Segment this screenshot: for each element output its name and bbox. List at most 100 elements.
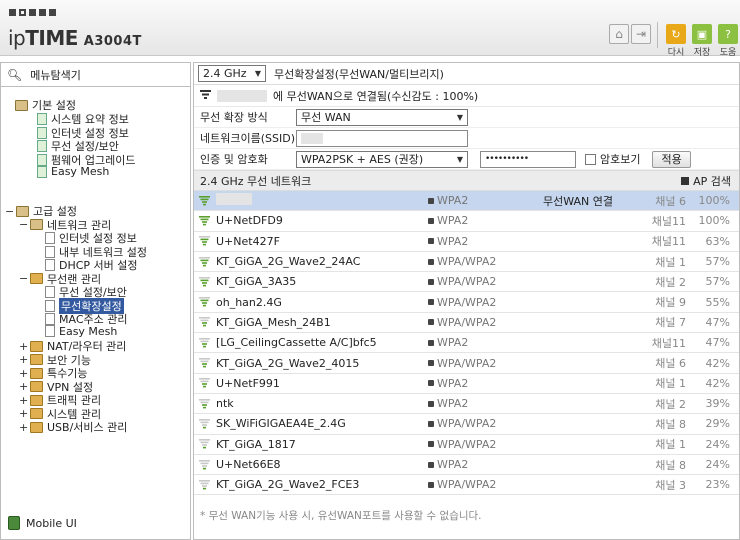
network-row[interactable]: KT_GiGA_1817 WPA/WPA2 채널 1 24% bbox=[194, 435, 739, 455]
network-row[interactable]: oh_han2.4G WPA/WPA2 채널 9 55% bbox=[194, 292, 739, 313]
page-icon bbox=[45, 313, 55, 325]
wifi-signal-icon bbox=[194, 317, 216, 327]
tree-item-adv-easymesh[interactable]: Easy Mesh bbox=[45, 325, 117, 338]
network-row[interactable]: WPA2 무선WAN 연결 채널 6 100% bbox=[194, 191, 739, 212]
network-security: WPA/WPA2 bbox=[428, 478, 520, 491]
wifi-signal-icon bbox=[194, 276, 216, 287]
network-row[interactable]: U+Net66E8 WPA2 채널 8 24% bbox=[194, 455, 739, 476]
wifi-signal-icon bbox=[194, 256, 216, 267]
auth-select[interactable]: WPA2PSK + AES (권장) ▼ bbox=[296, 150, 468, 168]
page-icon bbox=[37, 113, 47, 125]
page-icon bbox=[37, 126, 47, 139]
network-security: WPA2 bbox=[428, 235, 520, 248]
network-channel: 채널 6 bbox=[655, 194, 686, 208]
help-button[interactable]: ? 도움 bbox=[716, 24, 740, 58]
password-input[interactable]: •••••••••• bbox=[480, 150, 576, 168]
security-text: WPA/WPA2 bbox=[437, 417, 497, 431]
chart-folder-icon bbox=[30, 394, 43, 406]
apply-button-label: 적용 bbox=[661, 153, 682, 166]
brand-bold: TIME bbox=[25, 26, 78, 50]
tree-item-label: Easy Mesh bbox=[51, 165, 110, 178]
lock-icon bbox=[428, 319, 434, 326]
chevron-down-icon: ▼ bbox=[254, 69, 261, 78]
network-row[interactable]: KT_GiGA_2G_Wave2_4015 WPA/WPA2 채널 6 42% bbox=[194, 353, 739, 374]
network-ssid: KT_GiGA_2G_Wave2_FCE3 bbox=[216, 478, 360, 492]
network-ssid: KT_GiGA_Mesh_24B1 bbox=[216, 315, 331, 329]
connection-text: 에 무선WAN으로 연결됨(수신감도 : 100%) bbox=[273, 89, 479, 103]
network-channel: 채널 2 bbox=[655, 397, 686, 411]
network-channel: 채널11 bbox=[651, 214, 686, 228]
network-ssid: oh_han2.4G bbox=[216, 295, 282, 309]
network-channel: 채널11 bbox=[651, 336, 686, 350]
wifi-signal-icon bbox=[194, 297, 216, 307]
redacted-ssid bbox=[216, 193, 252, 206]
lock-icon bbox=[428, 441, 434, 448]
network-security: WPA/WPA2 bbox=[428, 296, 520, 309]
network-security: WPA/WPA2 bbox=[428, 357, 520, 370]
network-row[interactable]: [LG_CeilingCassette A/C]bfc5 WPA2 채널11 47% bbox=[194, 333, 739, 354]
lock-icon bbox=[428, 339, 434, 346]
network-folder-icon bbox=[30, 219, 43, 230]
search-icon: 🔍︎ bbox=[7, 67, 23, 82]
network-signal: 57% bbox=[705, 275, 730, 289]
network-security: WPA/WPA2 bbox=[428, 438, 520, 451]
logout-icon[interactable]: ⇥ bbox=[631, 24, 651, 44]
network-signal: 39% bbox=[705, 397, 730, 411]
band-select[interactable]: 2.4 GHz ▼ bbox=[198, 65, 266, 82]
network-row[interactable]: U+NetDFD9 WPA2 채널11 100% bbox=[194, 211, 739, 232]
main-title-bar: 2.4 GHz ▼ 무선확장설정(무선WAN/멀티브리지) bbox=[194, 63, 739, 85]
network-row[interactable]: KT_GiGA_Mesh_24B1 WPA/WPA2 채널 7 47% bbox=[194, 313, 739, 334]
refresh-icon: ↻ bbox=[666, 24, 686, 44]
help-icon: ? bbox=[718, 24, 738, 44]
apply-button[interactable]: 적용 bbox=[652, 150, 691, 168]
network-row[interactable]: U+NetF991 WPA2 채널 1 42% bbox=[194, 374, 739, 394]
page-icon bbox=[45, 245, 55, 258]
network-row[interactable]: SK_WiFiGIGAEA4E_2.4G WPA/WPA2 채널 8 29% bbox=[194, 414, 739, 435]
lock-icon bbox=[428, 258, 434, 265]
tree-usb[interactable]: + USB/서비스 관리 bbox=[19, 419, 127, 435]
auth-select-value: WPA2PSK + AES (권장) bbox=[301, 153, 424, 166]
network-row[interactable]: ntk WPA2 채널 2 39% bbox=[194, 394, 739, 415]
network-row[interactable]: U+Net427F WPA2 채널11 63% bbox=[194, 232, 739, 252]
folder-icon bbox=[30, 340, 43, 352]
refresh-button[interactable]: ↻ 다시 bbox=[664, 24, 688, 58]
redacted-ssid-value bbox=[301, 132, 323, 144]
folder-icon bbox=[30, 381, 43, 392]
lock-icon bbox=[428, 299, 434, 306]
security-text: WPA/WPA2 bbox=[437, 255, 497, 269]
collapse-icon: − bbox=[19, 272, 29, 285]
home-icon[interactable]: ⌂ bbox=[609, 24, 629, 44]
auth-row: 인증 및 암호화 WPA2PSK + AES (권장) ▼ •••••••••• … bbox=[194, 149, 739, 170]
security-text: WPA/WPA2 bbox=[437, 315, 497, 329]
save-button[interactable]: ▣ 저장 bbox=[690, 24, 714, 58]
mobile-phone-icon bbox=[8, 516, 20, 530]
lock-icon bbox=[428, 278, 434, 285]
network-row[interactable]: KT_GiGA_2G_Wave2_FCE3 WPA/WPA2 채널 3 23% bbox=[194, 475, 739, 496]
mode-label: 무선 확장 방식 bbox=[200, 111, 268, 124]
network-channel: 채널 8 bbox=[655, 417, 686, 431]
tree-item-easymesh[interactable]: Easy Mesh bbox=[37, 165, 109, 178]
save-icon: ▣ bbox=[692, 24, 712, 44]
network-channel: 채널11 bbox=[651, 235, 686, 249]
settings-folder-icon bbox=[16, 205, 29, 217]
wifi-signal-icon bbox=[194, 459, 216, 470]
network-ssid: U+Net427F bbox=[216, 234, 280, 248]
security-text: WPA/WPA2 bbox=[437, 478, 497, 492]
wifi-signal-icon bbox=[194, 195, 216, 206]
ssid-input[interactable] bbox=[296, 129, 468, 147]
network-row[interactable]: KT_GiGA_2G_Wave2_24AC WPA/WPA2 채널 1 57% bbox=[194, 252, 739, 273]
wifi-signal-icon bbox=[194, 418, 216, 429]
section-title: 2.4 GHz 무선 네트워크 bbox=[200, 174, 312, 188]
network-row[interactable]: KT_GiGA_3A35 WPA/WPA2 채널 2 57% bbox=[194, 272, 739, 293]
show-password-checkbox[interactable] bbox=[585, 153, 596, 165]
lock-icon bbox=[428, 197, 434, 204]
header-toolbar: ⌂ ⇥ ↻ 다시 ▣ 저장 ? 도움 bbox=[609, 22, 740, 58]
network-security: WPA2 bbox=[428, 194, 520, 207]
network-signal: 23% bbox=[705, 478, 730, 492]
ap-search-button[interactable]: AP 검색 bbox=[681, 173, 731, 189]
page-icon bbox=[45, 259, 55, 271]
network-ssid: KT_GiGA_2G_Wave2_4015 bbox=[216, 356, 360, 370]
security-text: WPA/WPA2 bbox=[437, 275, 497, 289]
mode-select[interactable]: 무선 WAN ▼ bbox=[296, 108, 468, 126]
mobile-ui-link[interactable]: Mobile UI bbox=[8, 516, 77, 530]
